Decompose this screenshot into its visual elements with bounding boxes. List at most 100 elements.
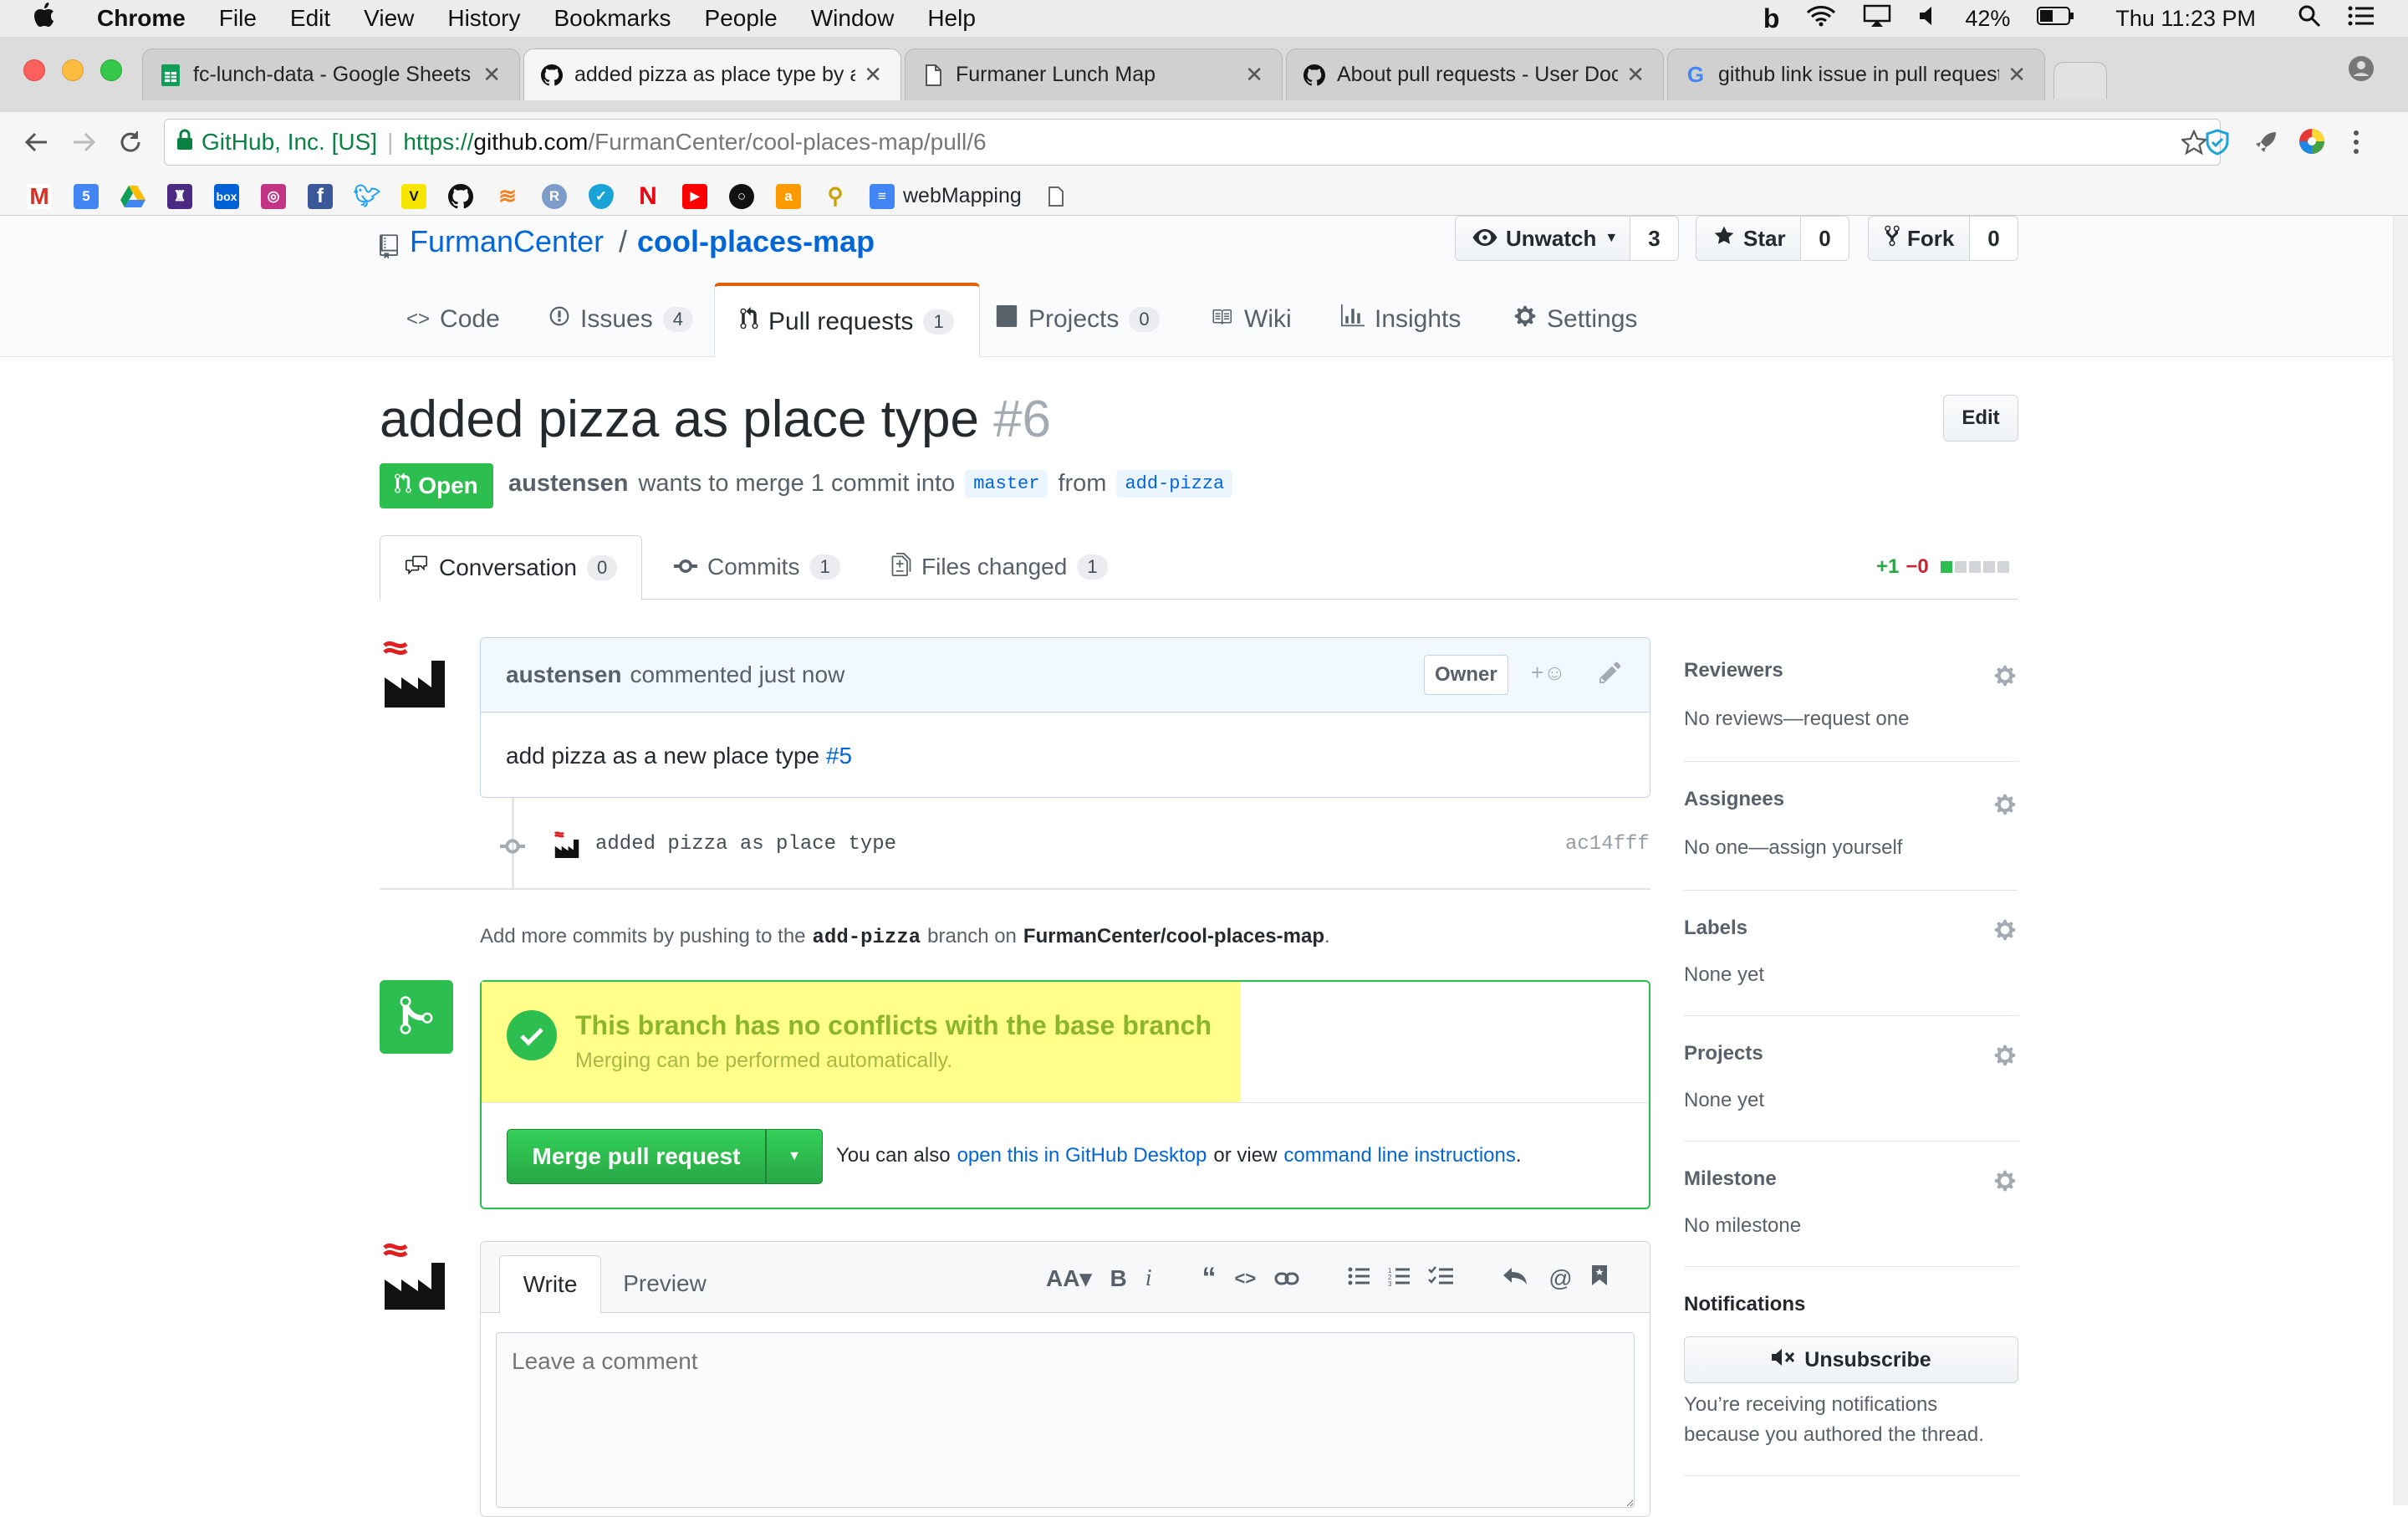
avatar[interactable] — [381, 636, 448, 712]
stackoverflow-icon[interactable]: ≋ — [495, 183, 520, 209]
more-menu-icon[interactable] — [2351, 129, 2361, 160]
battery-icon[interactable] — [2037, 6, 2075, 32]
bookmark-icon[interactable] — [1591, 1264, 1608, 1292]
maximize-window-button[interactable] — [100, 59, 122, 81]
close-window-button[interactable] — [23, 59, 45, 81]
ordered-list-icon[interactable]: 123 — [1388, 1265, 1411, 1292]
notification-center-icon[interactable] — [2348, 5, 2375, 33]
forward-icon[interactable] — [70, 129, 97, 160]
base-branch[interactable]: master — [965, 470, 1048, 498]
sidebar-milestone-heading[interactable]: Milestone — [1684, 1167, 1777, 1191]
youtube-icon[interactable]: ▶ — [682, 183, 707, 209]
volume-icon[interactable] — [1918, 5, 1938, 33]
github-bookmark-icon[interactable] — [448, 183, 473, 209]
shield-bookmark-icon[interactable]: ✓ — [589, 183, 614, 209]
menu-app-name[interactable]: Chrome — [97, 5, 186, 32]
commit-sha-link[interactable]: ac14fff — [1565, 833, 1650, 856]
sidebar-assignees-heading[interactable]: Assignees — [1684, 788, 1784, 811]
merge-method-dropdown[interactable]: ▼ — [766, 1129, 823, 1184]
menu-people[interactable]: People — [705, 5, 778, 32]
profile-icon[interactable] — [2348, 55, 2375, 86]
twitter-icon[interactable]: 🐦︎ — [354, 183, 381, 209]
webmapping-bookmark[interactable]: ≡ webMapping — [870, 183, 1022, 209]
menu-help[interactable]: Help — [927, 5, 976, 32]
merge-pull-request-button[interactable]: Merge pull request — [507, 1129, 766, 1184]
stars-count[interactable]: 0 — [1801, 216, 1849, 261]
apple-icon[interactable] — [33, 3, 55, 34]
circle-app-icon[interactable]: ○ — [729, 183, 754, 209]
menu-history[interactable]: History — [447, 5, 520, 32]
close-tab-icon[interactable]: ✕ — [864, 62, 882, 88]
unsubscribe-button[interactable]: Unsubscribe — [1684, 1336, 2018, 1383]
address-bar[interactable]: GitHub, Inc. [US] | https:// github.com … — [164, 119, 2221, 166]
pr-author-link[interactable]: austensen — [508, 470, 628, 498]
reload-icon[interactable] — [117, 129, 144, 160]
write-tab[interactable]: Write — [499, 1255, 601, 1314]
drive-icon[interactable] — [120, 184, 145, 209]
airplay-icon[interactable] — [1863, 4, 1891, 33]
facebook-icon[interactable]: f — [308, 183, 333, 209]
r-icon[interactable]: R — [542, 183, 567, 209]
clock[interactable]: Thu 11:23 PM — [2115, 6, 2256, 32]
code-icon[interactable]: <> — [1235, 1268, 1257, 1290]
issue-reference-link[interactable]: #5 — [826, 743, 852, 769]
commit-author-avatar[interactable] — [554, 830, 580, 862]
fork-button[interactable]: Fork — [1868, 216, 1970, 261]
bing-icon[interactable]: b — [1763, 3, 1780, 34]
reponav-code[interactable]: <> Code — [406, 283, 500, 356]
browser-tab-sheets[interactable]: fc-lunch-data - Google Sheets ✕ — [142, 49, 520, 100]
close-tab-icon[interactable]: ✕ — [482, 62, 501, 88]
sidebar-labels-heading[interactable]: Labels — [1684, 917, 1747, 940]
bookmark-star-icon[interactable] — [2180, 129, 2208, 161]
reply-icon[interactable] — [1502, 1265, 1530, 1292]
mention-icon[interactable]: @ — [1548, 1265, 1572, 1292]
menu-view[interactable]: View — [364, 5, 414, 32]
tab-commits[interactable]: Commits 1 — [674, 535, 840, 599]
edit-title-button[interactable]: Edit — [1943, 395, 2018, 442]
add-reaction-icon[interactable]: +☺ — [1531, 660, 1566, 686]
command-line-instructions-link[interactable]: command line instructions — [1283, 1144, 1515, 1167]
milestone-gear-icon[interactable] — [1993, 1169, 2017, 1193]
reponav-settings[interactable]: Settings — [1513, 283, 1637, 356]
menu-bookmarks[interactable]: Bookmarks — [554, 5, 671, 32]
close-tab-icon[interactable]: ✕ — [1245, 62, 1263, 88]
box-icon[interactable]: box — [214, 183, 239, 209]
gmail-icon[interactable]: M — [27, 183, 52, 209]
new-tab-button[interactable] — [2053, 62, 2107, 99]
repo-name-link[interactable]: cool-places-map — [637, 224, 875, 259]
unwatch-button[interactable]: Unwatch ▼ — [1455, 216, 1630, 261]
menu-file[interactable]: File — [219, 5, 257, 32]
commit-message-link[interactable]: added pizza as place type — [595, 833, 896, 856]
tab-files-changed[interactable]: Files changed 1 — [891, 535, 1108, 599]
head-branch[interactable]: add-pizza — [1116, 470, 1233, 498]
watchers-count[interactable]: 3 — [1630, 216, 1679, 261]
browser-tab-about-pull-requests[interactable]: About pull requests - User Doc ✕ — [1286, 49, 1664, 100]
browser-tab-google-search[interactable]: G github link issue in pull request ✕ — [1667, 49, 2045, 100]
spotlight-icon[interactable] — [2298, 4, 2321, 33]
comment-textarea[interactable] — [496, 1332, 1635, 1508]
calendar-icon[interactable]: 5 — [74, 183, 99, 209]
back-icon[interactable] — [23, 129, 50, 160]
menu-edit[interactable]: Edit — [290, 5, 330, 32]
projects-gear-icon[interactable] — [1993, 1044, 2017, 1067]
browser-tab-pull-request[interactable]: added pizza as place type by a ✕ — [523, 49, 901, 100]
tab-conversation[interactable]: Conversation 0 — [380, 535, 642, 600]
reponav-pull-requests[interactable]: Pull requests 1 — [714, 283, 980, 358]
instagram-icon[interactable]: ◎ — [261, 183, 286, 209]
close-tab-icon[interactable]: ✕ — [2008, 62, 2026, 88]
v-app-icon[interactable]: V — [401, 183, 426, 209]
browser-tab-lunch-map[interactable]: Furmaner Lunch Map ✕ — [905, 49, 1283, 100]
pencil-icon[interactable] — [1599, 660, 1621, 689]
current-user-avatar[interactable] — [381, 1238, 448, 1314]
star-button[interactable]: Star — [1696, 216, 1801, 261]
wifi-icon[interactable] — [1806, 5, 1836, 33]
open-in-desktop-link[interactable]: open this in GitHub Desktop — [957, 1144, 1207, 1167]
color-wheel-extension-icon[interactable] — [2298, 127, 2326, 160]
reponav-issues[interactable]: Issues 4 — [548, 283, 693, 356]
unordered-list-icon[interactable] — [1348, 1265, 1370, 1292]
comment-author-link[interactable]: austensen — [506, 661, 622, 688]
amazon-icon[interactable]: a — [776, 183, 801, 209]
bold-icon[interactable]: B — [1110, 1265, 1127, 1292]
minimize-window-button[interactable] — [62, 59, 84, 81]
close-tab-icon[interactable]: ✕ — [1626, 62, 1645, 88]
